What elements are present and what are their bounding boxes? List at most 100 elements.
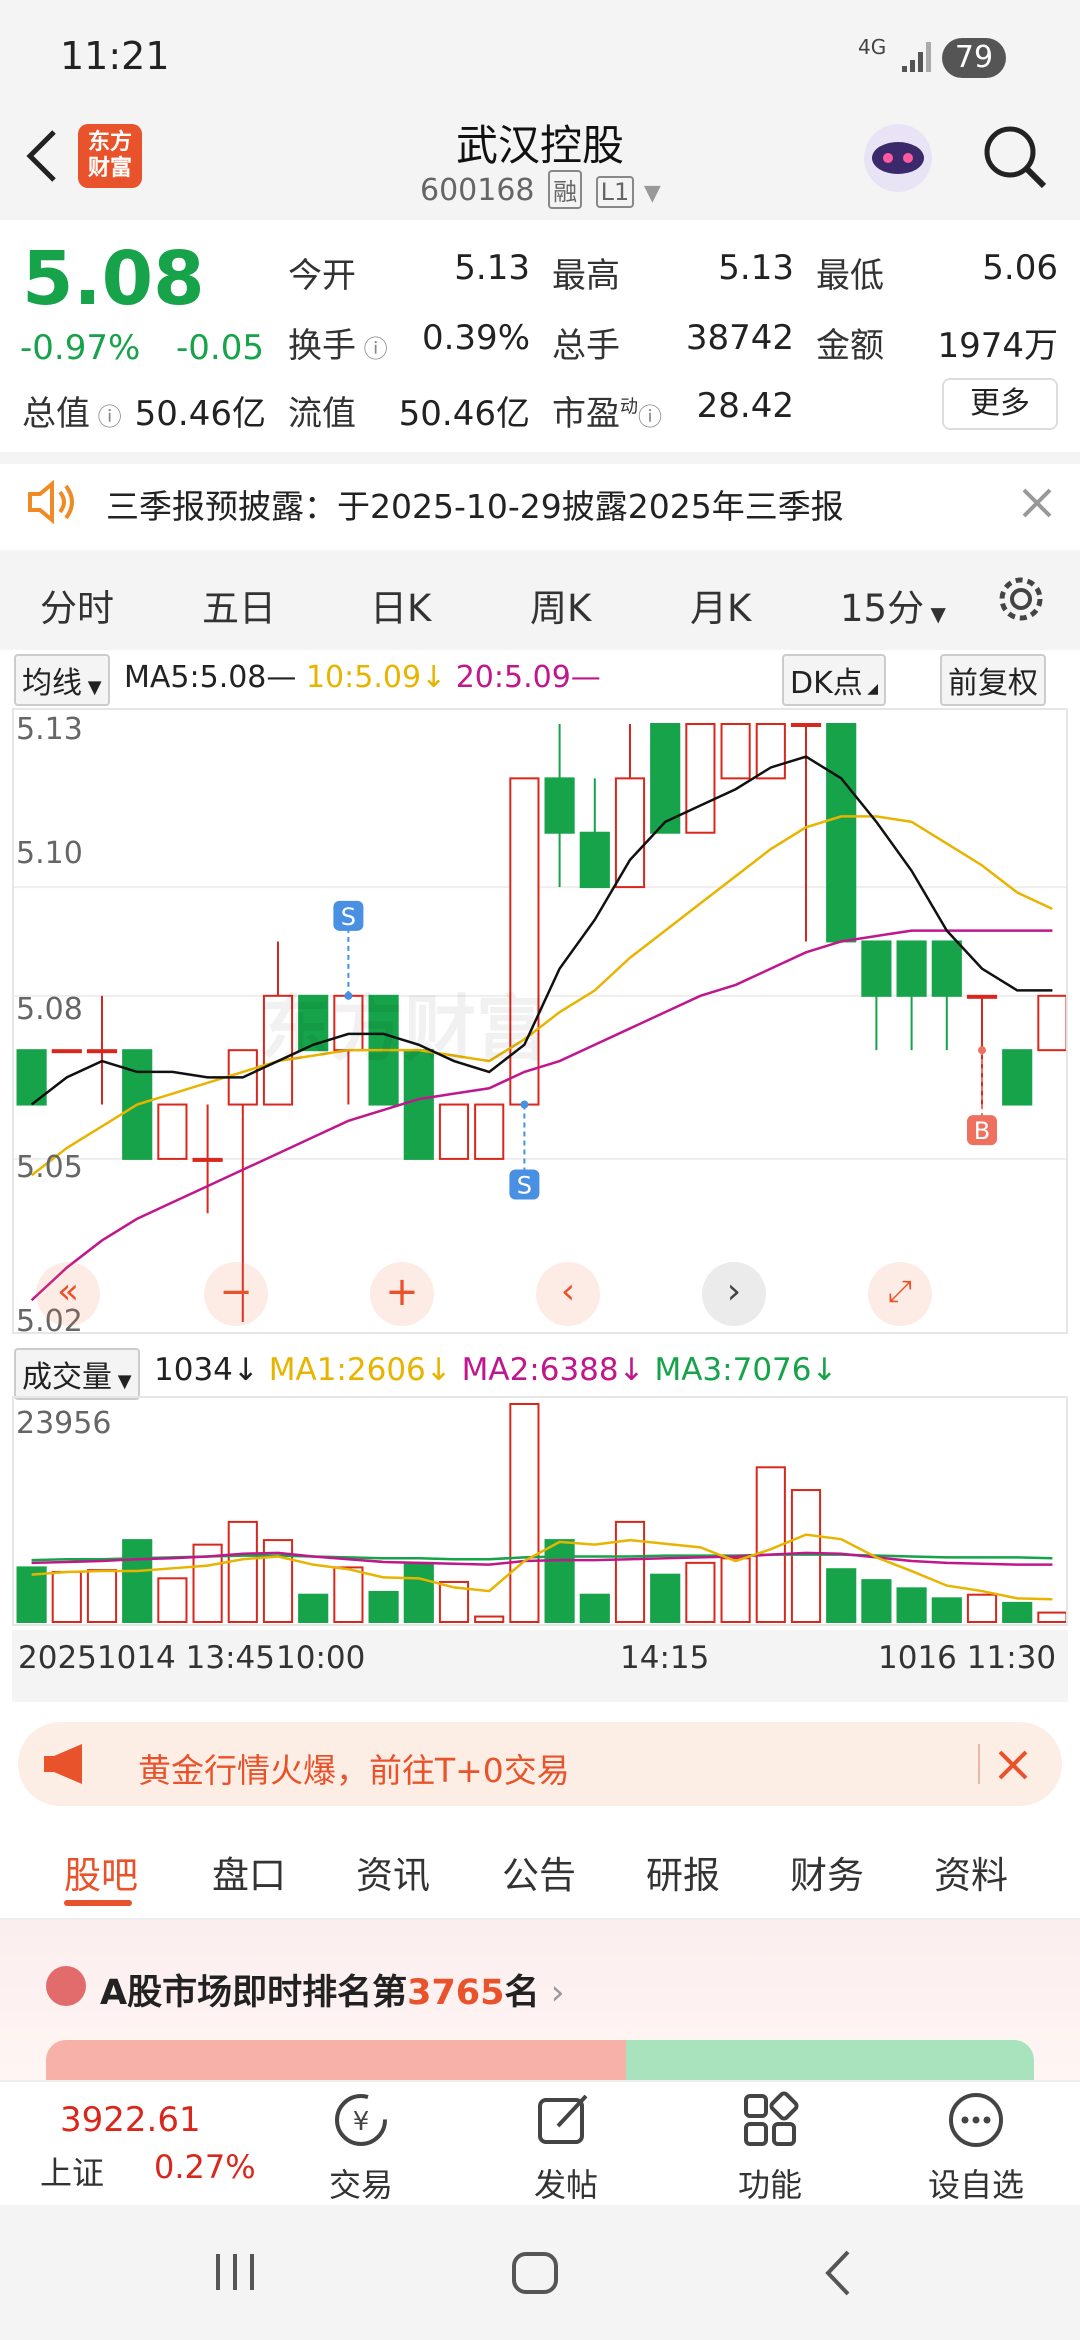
home-icon[interactable]	[510, 2250, 560, 2296]
volume-bar	[122, 1539, 153, 1623]
volume-bar	[826, 1568, 857, 1624]
active-tab-indicator	[64, 1900, 132, 1906]
candle	[86, 1049, 118, 1054]
volume-chart[interactable]	[12, 1396, 1068, 1626]
sentiment-bar-bear	[626, 2040, 1034, 2080]
volume-bar	[368, 1590, 399, 1623]
vol-ma2: MA2:6388	[461, 1352, 619, 1388]
dropdown-icon: ▼	[112, 1371, 132, 1392]
volume-bar	[861, 1579, 892, 1623]
open-value: 5.13	[454, 248, 530, 288]
tab-five-day[interactable]: 五日	[202, 578, 276, 632]
candle	[192, 1157, 223, 1162]
chevron-right-icon: ›	[539, 1973, 565, 2013]
adjust-button[interactable]: 前复权	[940, 654, 1046, 706]
nav-trade[interactable]: 交易	[291, 2160, 431, 2206]
signal-dot	[520, 1100, 529, 1109]
candle	[755, 723, 786, 780]
tab-15min[interactable]: 15分 ▼	[840, 578, 946, 632]
candle	[790, 723, 822, 727]
ranking-prefix: A股市场即时排名第	[100, 1973, 408, 2013]
notice-text: 三季报预披露：于2025-10-29披露2025年三季报	[106, 487, 844, 526]
info-icon: ⓘ	[90, 403, 122, 431]
amount-label: 金额	[816, 326, 884, 366]
price-axis-label: 5.13	[16, 712, 83, 747]
candle	[896, 940, 927, 997]
stock-code-row[interactable]: 600168 融 L1 ▼	[420, 170, 661, 209]
tab-guba[interactable]: 股吧	[64, 1845, 138, 1899]
turnover-value: 0.39%	[421, 318, 530, 358]
trade-icon[interactable]: ¥	[328, 2090, 394, 2150]
functions-grid-icon[interactable]	[740, 2090, 800, 2150]
system-back-icon[interactable]	[820, 2248, 856, 2298]
ma-selector[interactable]: 均线 ▼	[14, 654, 110, 706]
index-change: 0.27%	[154, 2148, 256, 2186]
scroll-left-icon[interactable]: ‹	[536, 1262, 600, 1326]
volume-value: 38742	[685, 318, 794, 358]
close-icon[interactable]	[996, 1748, 1030, 1782]
signal-label: S	[517, 1172, 532, 1200]
robot-assistant-icon[interactable]	[858, 118, 938, 198]
close-icon[interactable]	[1020, 486, 1054, 520]
settings-gear-icon[interactable]	[996, 574, 1046, 624]
signal-label: B	[974, 1117, 990, 1145]
tab-intraday[interactable]: 分时	[40, 578, 114, 632]
scroll-left-fast-icon[interactable]: «	[36, 1262, 100, 1326]
info-icon: ⓘ	[356, 335, 388, 363]
nav-add-watchlist[interactable]: 设自选	[906, 2160, 1046, 2206]
price-axis-label: 5.08	[16, 992, 83, 1027]
tab-weekly-k[interactable]: 周K	[530, 578, 591, 632]
ma20-value: 20:5.09	[455, 660, 571, 695]
mcap-label[interactable]: 总值 ⓘ	[22, 386, 122, 435]
tab-announcements[interactable]: 公告	[502, 1845, 576, 1899]
high-value: 5.13	[718, 248, 794, 288]
ranking-number: 3765	[407, 1973, 505, 2013]
nav-functions[interactable]: 功能	[700, 2160, 840, 2206]
volume-bar	[544, 1539, 575, 1623]
mcap-label-text: 总值	[22, 394, 90, 434]
change-amount: -0.05	[176, 328, 264, 368]
tab-research[interactable]: 研报	[646, 1845, 720, 1899]
turnover-label-text: 换手	[288, 326, 356, 366]
volume-selector[interactable]: 成交量 ▼	[14, 1348, 140, 1400]
time-axis-label: 14:15	[620, 1640, 710, 1676]
recent-apps-icon[interactable]	[210, 2250, 260, 2294]
candle	[474, 1103, 505, 1160]
speaker-icon	[28, 479, 74, 525]
search-icon[interactable]	[980, 122, 1050, 192]
sentiment-bar-bull	[46, 2040, 626, 2080]
dk-point-button[interactable]: DK点 ◢	[782, 654, 886, 706]
vol-ma3: MA3:7076	[654, 1352, 812, 1388]
low-label: 最低	[816, 256, 884, 296]
candle	[614, 777, 646, 889]
tab-daily-k[interactable]: 日K	[370, 578, 431, 632]
more-dots-icon[interactable]	[946, 2090, 1006, 2150]
zoom-in-icon[interactable]: +	[370, 1262, 434, 1326]
dropdown-icon: ▼	[82, 677, 102, 698]
fullscreen-icon[interactable]: ⤢	[868, 1262, 932, 1326]
candle	[51, 1049, 82, 1054]
current-price: 5.08	[22, 236, 205, 322]
tab-finance[interactable]: 财务	[790, 1845, 864, 1899]
zoom-out-icon[interactable]: −	[204, 1262, 268, 1326]
tab-profile[interactable]: 资料	[934, 1845, 1008, 1899]
info-icon: ⓘ	[638, 403, 662, 431]
candle	[579, 831, 610, 889]
tab-monthly-k[interactable]: 月K	[690, 578, 751, 632]
candle	[685, 723, 716, 834]
turnover-label[interactable]: 换手 ⓘ	[288, 318, 388, 367]
volume-bar	[790, 1489, 822, 1623]
more-button[interactable]: 更多	[942, 378, 1058, 430]
time-axis-label: 20251014 13:45	[18, 1640, 275, 1676]
dropdown-icon: ▼	[924, 602, 946, 626]
scroll-right-icon[interactable]: ›	[702, 1262, 766, 1326]
tab-order-book[interactable]: 盘口	[212, 1845, 286, 1899]
tab-news[interactable]: 资讯	[356, 1845, 430, 1899]
dk-label: DK点	[790, 666, 863, 701]
nav-post[interactable]: 发帖	[496, 2160, 636, 2206]
pe-label[interactable]: 市盈动ⓘ	[552, 386, 662, 435]
edit-post-icon[interactable]	[534, 2090, 594, 2150]
candle	[1037, 994, 1066, 1052]
index-value[interactable]: 3922.61	[60, 2100, 201, 2140]
volume-bar	[509, 1403, 540, 1623]
